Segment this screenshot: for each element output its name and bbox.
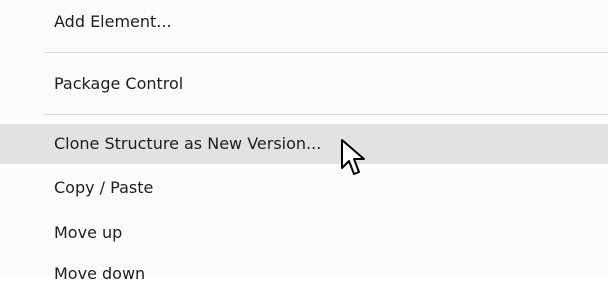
menu-item-clone-structure[interactable]: Clone Structure as New Version... [0, 124, 608, 164]
menu-item-label: Clone Structure as New Version... [54, 134, 322, 153]
menu-item-add-element[interactable]: Add Element... [0, 12, 608, 38]
menu-separator [44, 114, 608, 115]
mouse-pointer-icon [341, 139, 365, 175]
menu-separator [44, 52, 608, 53]
menu-item-label: Move up [54, 223, 123, 242]
menu-item-package-control[interactable]: Package Control [0, 74, 608, 100]
menu-item-label: Package Control [54, 74, 184, 93]
menu-item-move-up[interactable]: Move up [0, 223, 608, 249]
menu-item-label: Move down [54, 264, 146, 283]
context-menu: Add Element... Package Control Clone Str… [0, 0, 608, 283]
menu-item-label: Copy / Paste [54, 178, 154, 197]
menu-item-copy-paste[interactable]: Copy / Paste [0, 178, 608, 204]
menu-item-label: Add Element... [54, 12, 172, 31]
menu-item-move-down[interactable]: Move down [0, 264, 608, 290]
